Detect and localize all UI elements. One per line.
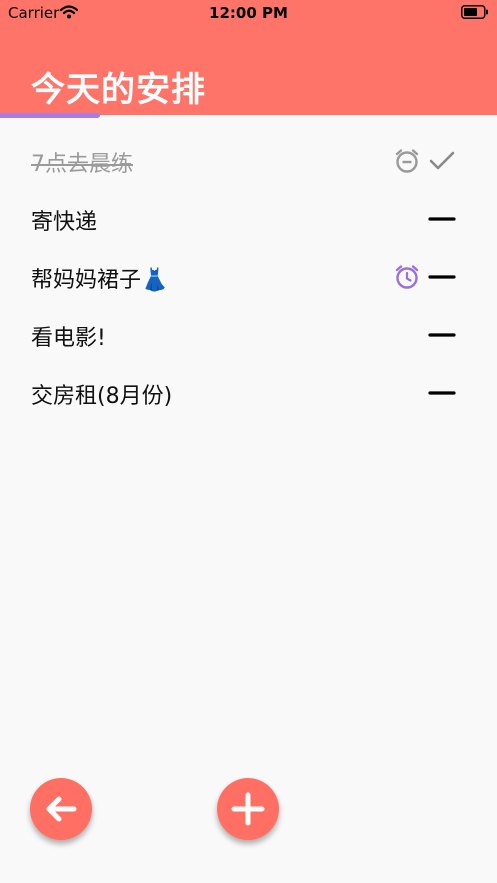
task-row[interactable]: 交房租(8月份) (0, 364, 497, 422)
task-row[interactable]: 帮妈妈裙子👗 (0, 248, 497, 306)
task-text: 看电影! (31, 326, 106, 351)
plus-icon (231, 792, 265, 826)
battery-icon (461, 5, 489, 19)
app-header: Carrier 12:00 PM 今天的安排 (0, 0, 497, 115)
task-row[interactable]: 看电影! (0, 306, 497, 364)
checkmark-icon[interactable] (428, 148, 456, 174)
status-time: 12:00 PM (209, 4, 288, 22)
minus-icon[interactable] (428, 206, 456, 232)
minus-icon[interactable] (428, 264, 456, 290)
minus-icon[interactable] (428, 322, 456, 348)
task-text: 帮妈妈裙子👗 (31, 268, 169, 293)
arrow-left-icon (46, 796, 77, 822)
task-text: 7点去晨练 (31, 152, 133, 177)
alarm-muted-icon[interactable] (394, 148, 420, 174)
back-button[interactable] (30, 778, 92, 840)
alarm-clock-icon[interactable] (394, 264, 420, 290)
task-row[interactable]: 7点去晨练 (0, 132, 497, 190)
task-text: 寄快递 (31, 210, 98, 235)
task-text: 交房租(8月份) (31, 384, 173, 409)
page-title: 今天的安排 (31, 70, 206, 110)
status-bar: Carrier 12:00 PM (0, 0, 497, 26)
add-task-button[interactable] (217, 778, 279, 840)
task-list: 7点去晨练 寄快递 帮妈妈裙子👗 看电影! 交房租(8月份) (0, 132, 497, 422)
task-row[interactable]: 寄快递 (0, 190, 497, 248)
minus-icon[interactable] (428, 380, 456, 406)
tab-indicator (0, 113, 100, 118)
